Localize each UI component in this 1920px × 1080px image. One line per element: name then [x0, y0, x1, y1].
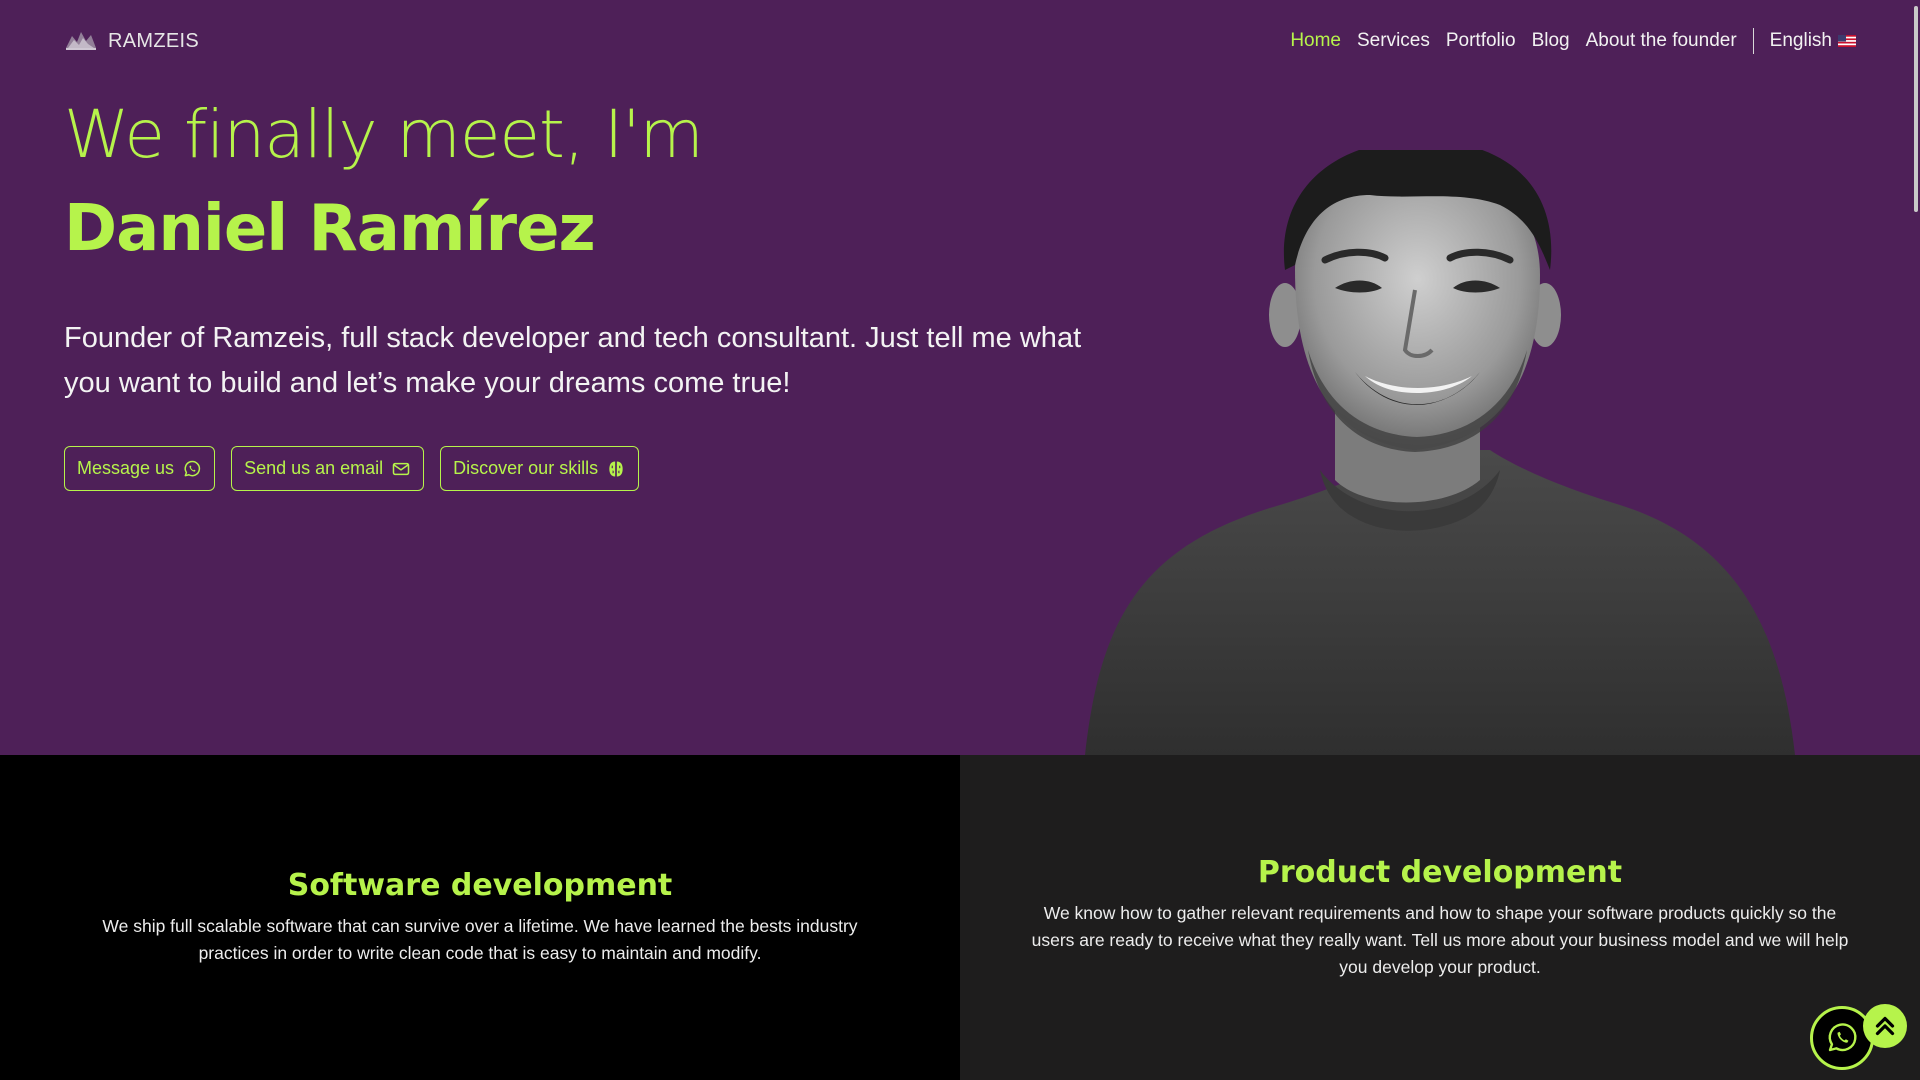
envelope-icon — [392, 462, 410, 475]
nav-link-home[interactable]: Home — [1290, 30, 1341, 52]
brain-icon — [609, 461, 623, 476]
service-product-development: Product development We know how to gathe… — [960, 755, 1920, 1080]
whatsapp-icon — [1828, 1023, 1857, 1052]
service-title: Software development — [287, 868, 673, 903]
language-label: English — [1769, 30, 1832, 51]
double-chevron-up-icon — [1875, 1016, 1895, 1036]
send-email-label: Send us an email — [244, 458, 384, 478]
send-email-button[interactable]: Send us an email — [231, 446, 425, 491]
us-flag-icon — [1838, 35, 1856, 47]
message-us-label: Message us — [77, 458, 175, 478]
hero-subtitle: Founder of Ramzeis, full stack developer… — [64, 322, 1082, 399]
service-software-development: Software development We ship full scalab… — [0, 755, 960, 1080]
service-title: Product development — [1257, 855, 1623, 890]
language-selector[interactable]: English — [1770, 30, 1856, 52]
hero-greeting: We finally meet, I'm — [64, 96, 704, 173]
brand-name: RAMZEIS — [108, 29, 199, 52]
brand-link[interactable]: RAMZEIS — [64, 26, 199, 56]
discover-skills-label: Discover our skills — [453, 458, 599, 478]
service-description: We know how to gather relevant requireme… — [1031, 903, 1849, 977]
nav-link-portfolio[interactable]: Portfolio — [1446, 30, 1516, 52]
whatsapp-icon — [184, 460, 201, 476]
hero-buttons: Message us Send us an email Discover our… — [64, 446, 640, 491]
service-description: We ship full scalable software that can … — [102, 916, 858, 963]
scrollbar-thumb[interactable] — [1914, 6, 1918, 212]
nav-link-blog[interactable]: Blog — [1532, 30, 1570, 52]
discover-skills-button[interactable]: Discover our skills — [440, 446, 640, 491]
founder-portrait — [1085, 150, 1795, 755]
nav-link-about-founder[interactable]: About the founder — [1586, 30, 1737, 52]
ramzeis-logo-icon — [66, 32, 96, 50]
hero-name: Daniel Ramírez — [64, 192, 596, 266]
scroll-to-top-button[interactable] — [1863, 1004, 1907, 1048]
page-scrollbar[interactable] — [1912, 0, 1920, 1080]
navbar: RAMZEIS Home Services Portfolio Blog Abo… — [0, 0, 1920, 82]
nav-divider — [1752, 28, 1754, 54]
nav-link-services[interactable]: Services — [1357, 30, 1430, 52]
hero-section: RAMZEIS Home Services Portfolio Blog Abo… — [0, 0, 1920, 755]
message-us-button[interactable]: Message us — [64, 446, 216, 491]
nav-links: Home Services Portfolio Blog About the f… — [1274, 26, 1856, 56]
